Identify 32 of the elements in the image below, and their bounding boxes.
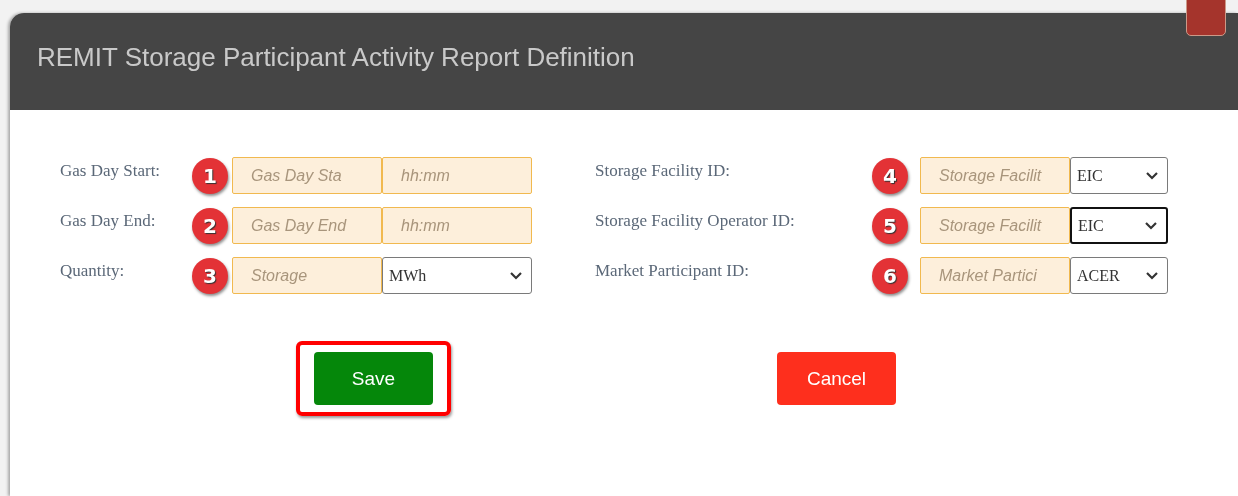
cancel-button[interactable]: Cancel xyxy=(777,352,896,405)
input-field[interactable]: Gas Day Sta xyxy=(232,157,382,194)
field-label: Gas Day Start: xyxy=(60,160,162,181)
select-field[interactable]: EIC xyxy=(1070,207,1168,244)
dialog-title: REMIT Storage Participant Activity Report Definition xyxy=(37,42,635,73)
select-field[interactable]: ACER xyxy=(1070,257,1168,294)
number-badge: 4 xyxy=(872,157,908,194)
field-label: Storage Facility Operator ID: xyxy=(595,210,796,231)
number-badge: 5 xyxy=(872,207,908,244)
save-button[interactable]: Save xyxy=(314,352,433,405)
field-label: Market Participant ID: xyxy=(595,260,750,281)
close-button[interactable] xyxy=(1186,0,1226,36)
input-field[interactable]: Storage Facilit xyxy=(920,157,1070,194)
input-field[interactable]: hh:mm xyxy=(382,157,532,194)
field-label: Quantity: xyxy=(60,260,126,281)
input-field[interactable]: Storage xyxy=(232,257,382,294)
number-badge: 6 xyxy=(872,257,908,294)
chevron-down-icon xyxy=(1144,220,1158,231)
field-label: Storage Facility ID: xyxy=(595,160,732,181)
input-field[interactable]: Storage Facilit xyxy=(920,207,1070,244)
number-badge: 2 xyxy=(192,207,228,244)
chevron-down-icon xyxy=(1145,270,1159,281)
number-badge: 1 xyxy=(192,157,228,194)
chevron-down-icon xyxy=(509,270,523,281)
number-badge: 3 xyxy=(192,257,228,294)
input-field[interactable]: Gas Day End xyxy=(232,207,382,244)
select-field[interactable]: EIC xyxy=(1070,157,1168,194)
field-label: Gas Day End: xyxy=(60,210,157,231)
input-field[interactable]: hh:mm xyxy=(382,207,532,244)
select-field[interactable]: MWh xyxy=(382,257,532,294)
input-field[interactable]: Market Partici xyxy=(920,257,1070,294)
chevron-down-icon xyxy=(1145,170,1159,181)
